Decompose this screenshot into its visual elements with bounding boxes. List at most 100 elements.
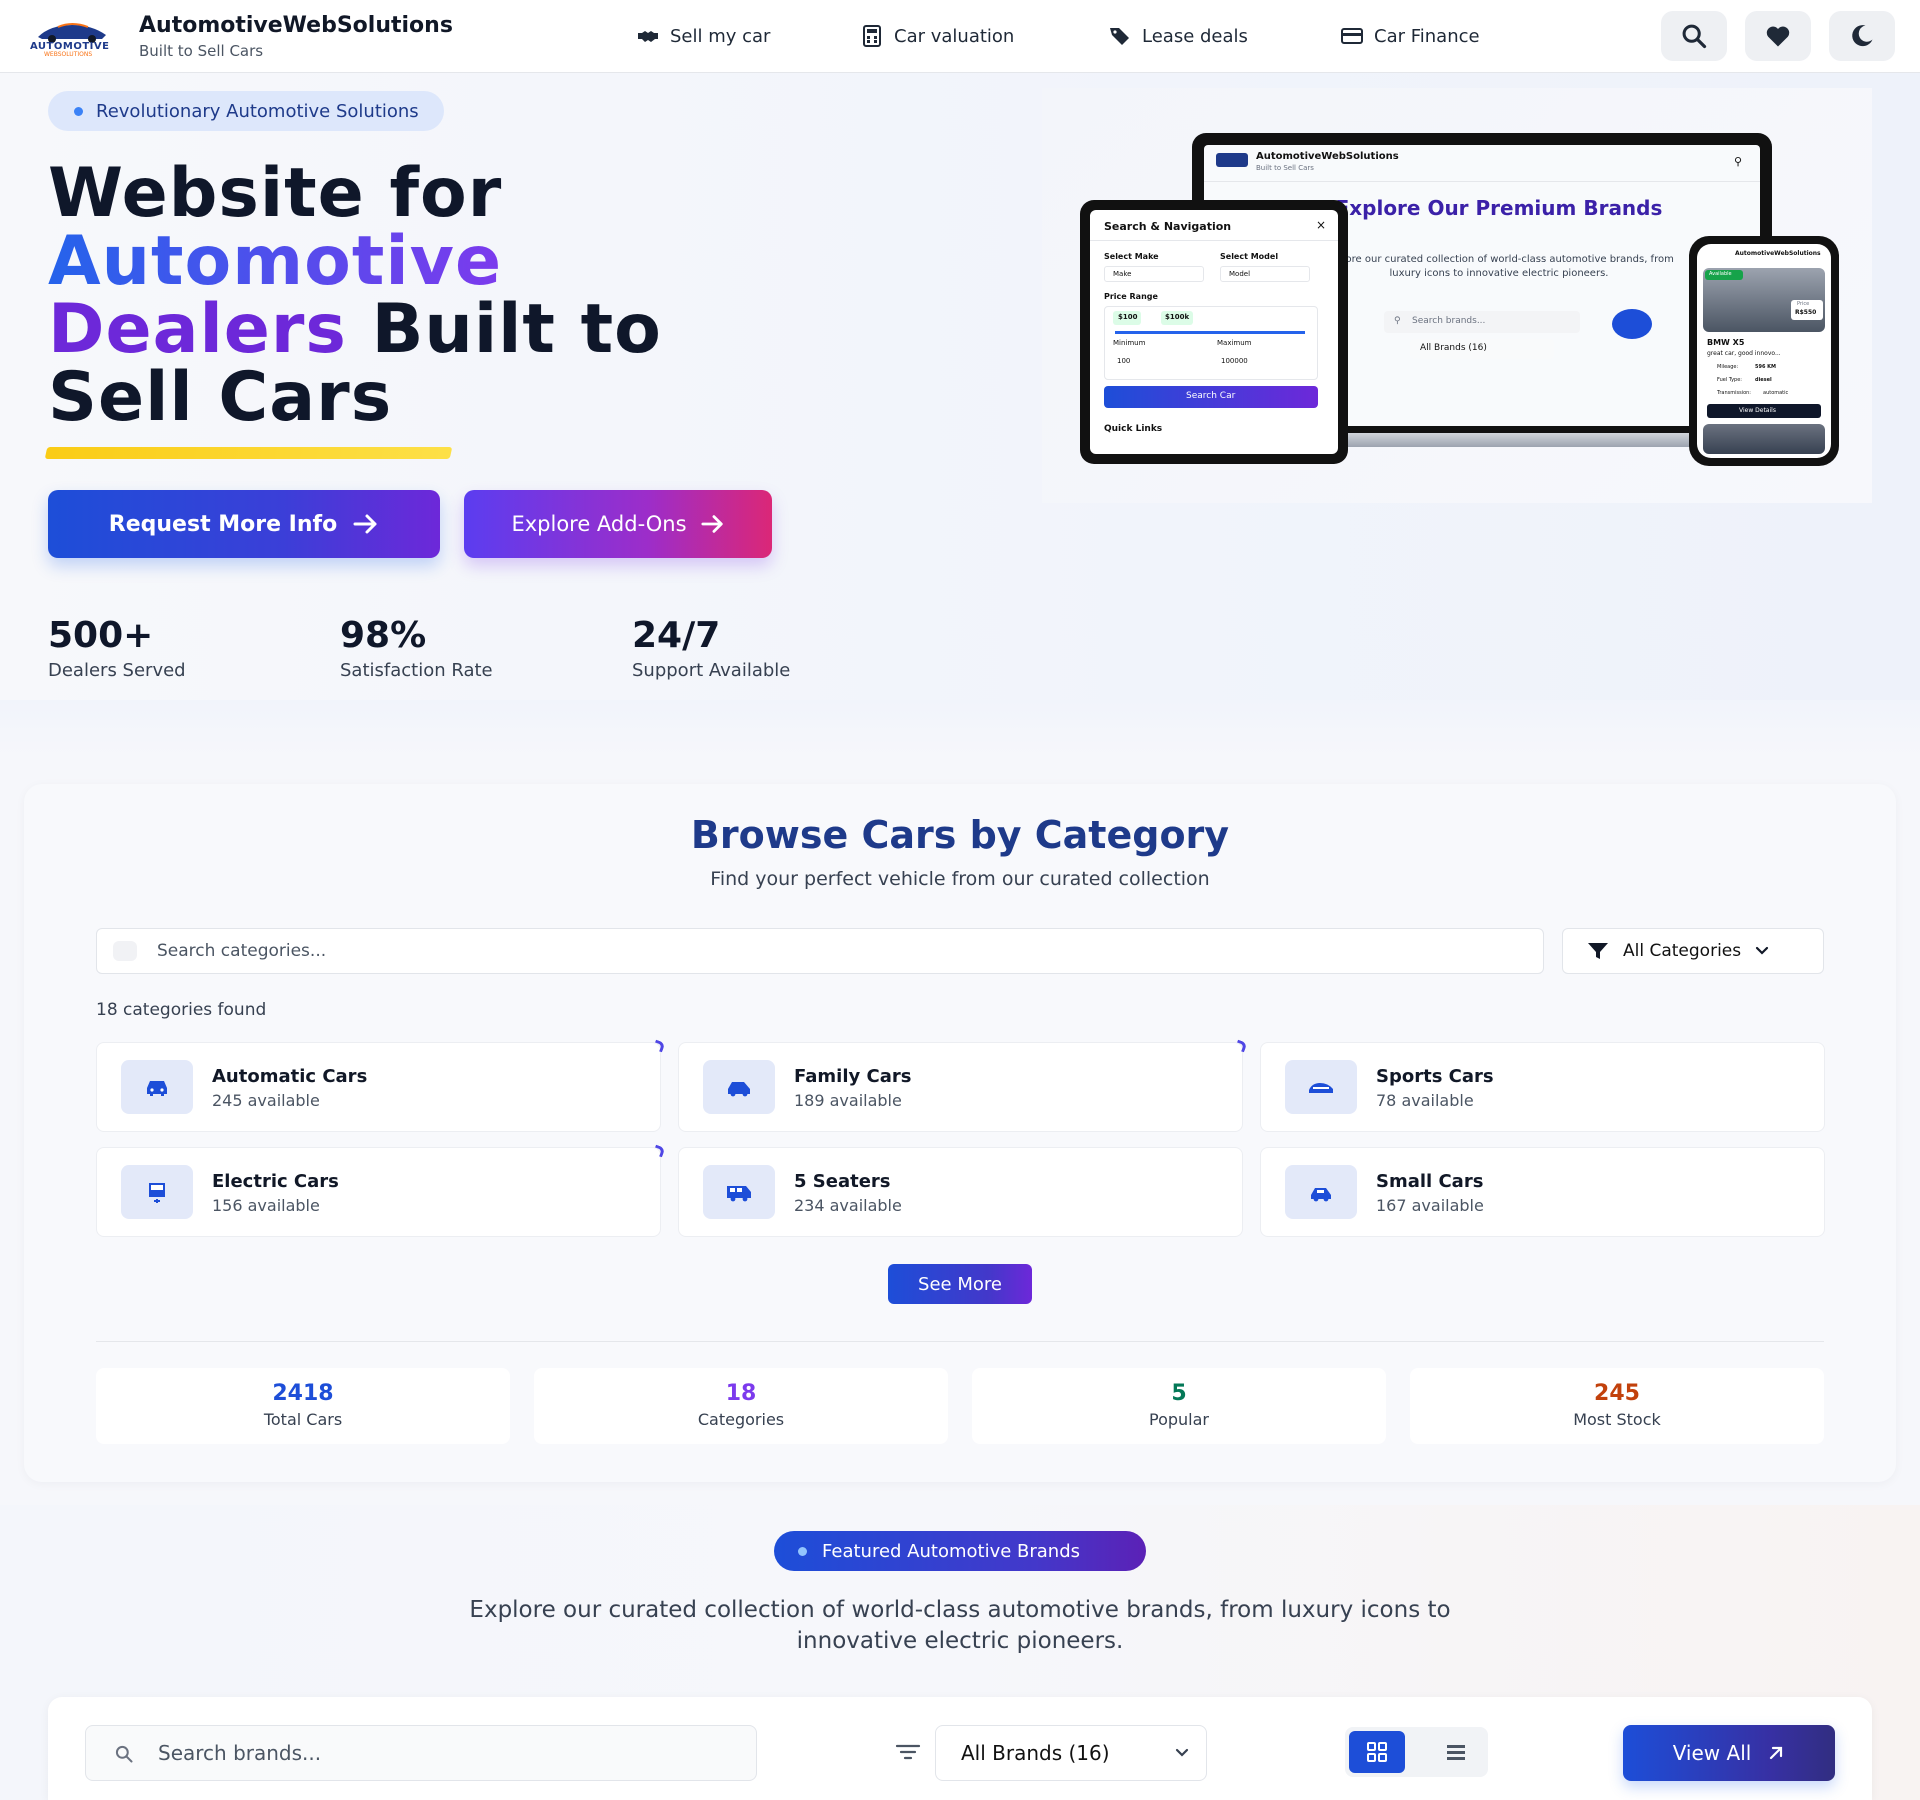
compact-car-icon (1311, 1188, 1331, 1202)
logo-subtext: WEBSOLUTIONS (44, 51, 93, 58)
nav-label: Sell my car (670, 25, 771, 47)
view-toggle (1345, 1727, 1488, 1777)
categories-found-count: 18 categories found (96, 1000, 267, 1020)
see-more-button[interactable]: See More (888, 1264, 1032, 1304)
tablet-max-value: 100000 (1221, 357, 1248, 365)
search-button[interactable] (1661, 11, 1727, 61)
view-all-label: View All (1672, 1741, 1752, 1765)
hero-wave (0, 700, 1920, 758)
category-count: 156 available (212, 1196, 320, 1215)
phone-fuel: diesel (1755, 377, 1772, 383)
category-name: Small Cars (1376, 1171, 1484, 1192)
category-card-sports[interactable]: Sports Cars 78 available (1260, 1042, 1825, 1132)
brand-filter-dropdown[interactable]: All Brands (16) (935, 1725, 1207, 1781)
phone-button-label: View Details (1739, 407, 1776, 414)
stat-value: 18 (725, 1381, 757, 1406)
category-name: Sports Cars (1376, 1066, 1494, 1087)
category-search[interactable] (96, 928, 1544, 974)
car-photo-2 (1703, 424, 1825, 454)
laptop-search-icon: ⚲ (1734, 155, 1743, 168)
laptop-select-label: All Brands (16) (1420, 343, 1487, 353)
category-card-automatic[interactable]: Automatic Cars 245 available (96, 1039, 666, 1132)
stat-label: Dealers Served (48, 660, 186, 681)
category-search-input[interactable] (157, 929, 1457, 973)
view-all-button[interactable]: View All (1623, 1725, 1835, 1781)
favorites-button[interactable] (1745, 11, 1811, 61)
phone-car-desc: great car, good innovo... (1707, 350, 1781, 357)
stat-label: Popular (1149, 1410, 1209, 1429)
category-count: 167 available (1376, 1196, 1484, 1215)
heart-icon (1766, 26, 1790, 47)
tablet-price-label: Price Range (1104, 292, 1158, 301)
phone-mileage: 596 KM (1755, 364, 1777, 370)
tablet-make-label: Select Make (1104, 252, 1159, 261)
tablet-search-label: Search Car (1186, 391, 1236, 401)
stat-label: Total Cars (263, 1410, 343, 1429)
tablet-min-tag: $100 (1118, 313, 1138, 321)
nav-label: Car valuation (894, 25, 1015, 47)
category-name: 5 Seaters (794, 1171, 891, 1192)
nav-car-valuation[interactable]: Car valuation (860, 22, 1014, 50)
category-name: Automatic Cars (212, 1066, 368, 1087)
search-icon (1682, 24, 1707, 49)
category-count: 234 available (794, 1196, 902, 1215)
stat-value: 24/7 (632, 615, 721, 656)
stat-satisfaction: 98% Satisfaction Rate (340, 615, 493, 681)
hero-badge: Revolutionary Automotive Solutions (48, 91, 444, 131)
category-card-electric[interactable]: Electric Cars 156 available (96, 1144, 666, 1237)
price-slider (1115, 331, 1305, 334)
phone-price: R$550 (1795, 309, 1817, 316)
tablet-quick-links: Quick Links (1104, 424, 1163, 434)
category-count: 189 available (794, 1091, 902, 1110)
nav-car-finance[interactable]: Car Finance (1340, 22, 1480, 50)
nav-label: Lease deals (1142, 25, 1248, 47)
category-card-5-seaters[interactable]: 5 Seaters 234 available (678, 1147, 1243, 1237)
tablet-search-button: Search Car (1104, 386, 1318, 408)
tablet-model-label: Select Model (1220, 252, 1279, 261)
stat-label: Satisfaction Rate (340, 660, 493, 681)
car-icon (147, 1081, 167, 1096)
calculator-icon (863, 25, 881, 47)
request-info-button[interactable]: Request More Info (48, 490, 440, 558)
phone-brand: AutomotiveWebSolutions (1735, 250, 1821, 257)
logo[interactable]: AUTOMOTIVE WEBSOLUTIONS (30, 17, 115, 58)
nav-sell-my-car[interactable]: Sell my car (636, 22, 770, 50)
van-icon (727, 1186, 751, 1202)
dark-mode-button[interactable] (1829, 11, 1895, 61)
stat-value: 245 (1594, 1381, 1640, 1406)
laptop-search-field: ⚲ Search brands... (1384, 311, 1580, 333)
explore-addons-button[interactable]: Explore Add-Ons (464, 490, 772, 558)
chevron-down-icon (1175, 1748, 1189, 1757)
list-view-button[interactable] (1428, 1731, 1484, 1773)
brand-search-input[interactable] (158, 1726, 738, 1780)
category-title: Browse Cars by Category (690, 813, 1230, 857)
phone-price-label: Price (1797, 301, 1810, 307)
top-header: AUTOMOTIVE WEBSOLUTIONS AutomotiveWebSol… (0, 0, 1920, 73)
stat-value: 2418 (272, 1381, 334, 1406)
stat-dealers: 500+ Dealers Served (48, 615, 186, 681)
category-icon (1285, 1060, 1357, 1114)
section-divider (96, 1341, 1824, 1342)
tablet-model-select: Model (1220, 266, 1310, 282)
phone-mileage-label: Mileage: (1717, 364, 1739, 370)
laptop-text: Explore our curated collection of world-… (1324, 254, 1674, 279)
category-card-family[interactable]: Family Cars 189 available (678, 1039, 1248, 1132)
tablet-screen: Search & Navigation × Select Make Select… (1090, 210, 1338, 454)
category-name: Family Cars (794, 1066, 912, 1087)
category-filter-dropdown[interactable]: All Categories (1562, 928, 1824, 974)
stat-popular: 5 Popular (972, 1368, 1386, 1444)
grid-icon (1367, 1742, 1387, 1762)
category-icon (121, 1165, 193, 1219)
nav-lease-deals[interactable]: Lease deals (1108, 22, 1248, 50)
stat-label: Support Available (632, 660, 791, 681)
brand-name[interactable]: AutomotiveWebSolutions (139, 13, 453, 38)
laptop-search-placeholder: Search brands... (1412, 316, 1486, 326)
category-filter-label: All Categories (1623, 941, 1742, 961)
category-card-small[interactable]: Small Cars 167 available (1260, 1147, 1825, 1237)
grid-view-button[interactable] (1349, 1731, 1405, 1773)
car-side-icon (728, 1082, 750, 1097)
brand-tagline: Built to Sell Cars (139, 42, 264, 60)
brand-search[interactable] (85, 1725, 757, 1781)
sort-filter-icon[interactable] (895, 1741, 921, 1763)
tablet-model-value: Model (1229, 270, 1251, 278)
